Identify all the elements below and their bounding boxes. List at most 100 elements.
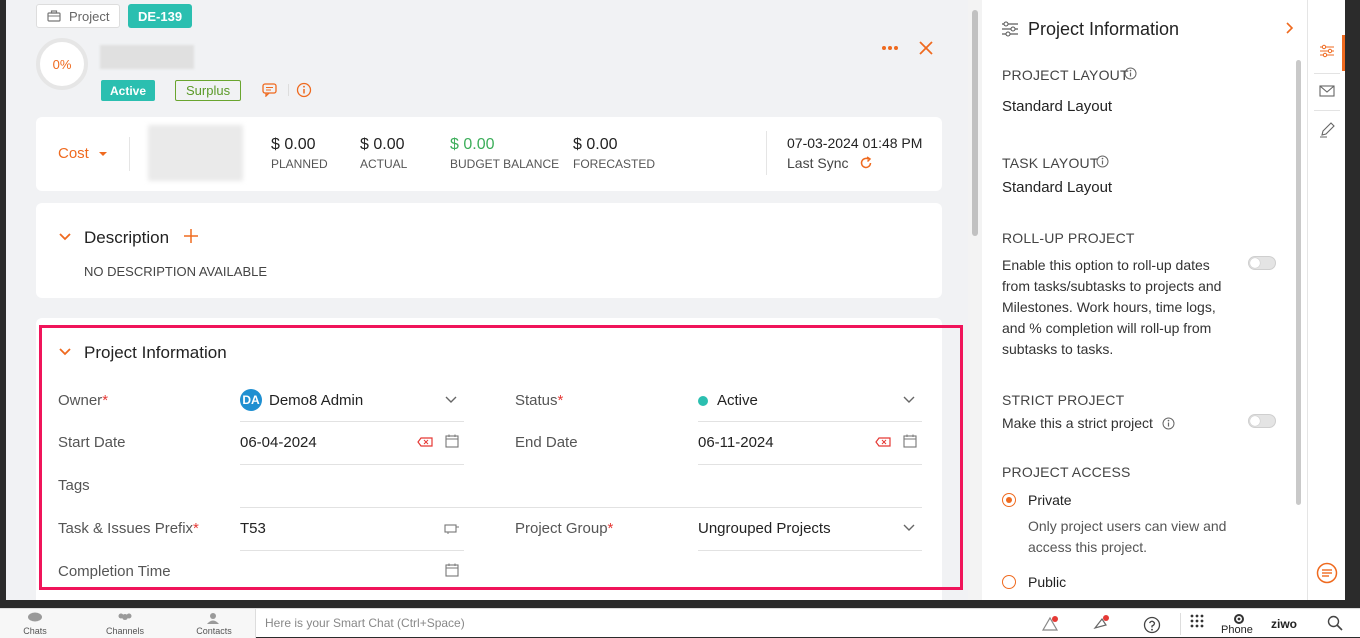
pen-icon[interactable]: [1319, 122, 1335, 138]
info-icon[interactable]: [1096, 155, 1109, 168]
info-icon[interactable]: [1124, 67, 1137, 80]
start-date-label: Start Date: [58, 434, 126, 451]
chevron-down-icon[interactable]: [445, 396, 457, 404]
more-options-icon[interactable]: [881, 45, 899, 51]
status-pill-label: Active: [110, 83, 147, 98]
row-divider: [240, 464, 464, 465]
sync-label: Last Sync: [787, 155, 849, 171]
project-group-value[interactable]: Ungrouped Projects: [698, 520, 831, 537]
budget-mode-dropdown[interactable]: Cost: [58, 145, 108, 162]
rail-divider: [1314, 73, 1340, 74]
access-heading: PROJECT ACCESS: [1002, 464, 1131, 480]
help-icon[interactable]: [1143, 616, 1161, 634]
actual-metric: $ 0.00 ACTUAL: [360, 136, 407, 171]
settings-sliders-icon[interactable]: [1319, 44, 1335, 58]
prefix-label-text: Task & Issues Prefix: [58, 520, 194, 537]
avatar-initials: DA: [242, 393, 260, 407]
strict-toggle[interactable]: [1248, 414, 1276, 428]
comment-icon[interactable]: [262, 83, 278, 97]
calendar-icon[interactable]: [445, 434, 459, 448]
end-date-label: End Date: [515, 434, 578, 451]
channels-icon[interactable]: [116, 612, 134, 624]
end-date-value[interactable]: 06-11-2024: [698, 434, 774, 451]
add-icon[interactable]: [184, 229, 198, 243]
calendar-icon[interactable]: [445, 563, 459, 577]
public-label[interactable]: Public: [1028, 574, 1066, 590]
status-dot: [698, 395, 708, 406]
project-id-badge: DE-139: [128, 4, 193, 28]
rollup-toggle[interactable]: [1248, 256, 1276, 270]
sync-row: Last Sync: [787, 155, 873, 171]
refresh-icon[interactable]: [859, 156, 873, 170]
search-icon[interactable]: [1327, 615, 1343, 631]
info-icon[interactable]: [296, 82, 312, 98]
close-icon[interactable]: [918, 40, 934, 56]
apps-grid-icon[interactable]: [1189, 613, 1205, 629]
right-rail: [1307, 0, 1345, 600]
private-description: Only project users can view and access t…: [1028, 518, 1227, 555]
project-chip[interactable]: Project: [36, 4, 121, 28]
clear-date-icon[interactable]: [417, 437, 433, 447]
clear-date-icon[interactable]: [875, 437, 891, 447]
status-label: Status*: [515, 392, 563, 409]
zia-icon[interactable]: [1041, 616, 1059, 632]
vertical-scrollbar[interactable]: [968, 0, 982, 600]
project-id-text: DE-139: [138, 8, 183, 24]
separator-dot: [288, 84, 289, 96]
divider: [766, 131, 767, 175]
chevron-down-icon[interactable]: [903, 524, 915, 532]
project-group-label: Project Group*: [515, 520, 613, 537]
surplus-pill: Surplus: [175, 80, 242, 101]
prefix-label: Task & Issues Prefix*: [58, 520, 199, 537]
private-label[interactable]: Private: [1028, 492, 1072, 508]
info-icon[interactable]: [1162, 417, 1175, 430]
notification-icon[interactable]: [1092, 615, 1110, 633]
actual-value: $ 0.00: [360, 136, 405, 153]
smart-chat-input[interactable]: Here is your Smart Chat (Ctrl+Space): [265, 616, 465, 630]
prefix-value[interactable]: T53: [240, 520, 266, 537]
sync-time: 07-03-2024 01:48 PM: [787, 135, 923, 151]
chevron-down-icon[interactable]: [59, 348, 71, 356]
chevron-right-icon[interactable]: [1286, 22, 1294, 34]
progress-ring: 0%: [36, 38, 88, 90]
status-value: Active: [717, 392, 758, 409]
ziwo-logo[interactable]: ziwo: [1271, 617, 1297, 631]
project-title-blurred: [100, 45, 194, 69]
chevron-down-icon[interactable]: [59, 233, 71, 241]
required-mark: *: [102, 392, 109, 409]
description-empty: NO DESCRIPTION AVAILABLE: [84, 264, 268, 279]
project-info-title: Project Information: [84, 343, 227, 362]
owner-select[interactable]: DA Demo8 Admin: [240, 388, 460, 412]
owner-label-text: Owner: [58, 392, 103, 409]
side-scrollbar[interactable]: [1296, 60, 1301, 505]
forecasted-value: $ 0.00: [573, 136, 618, 153]
task-layout-value[interactable]: Standard Layout: [1002, 179, 1112, 196]
private-radio[interactable]: [1002, 493, 1016, 507]
chevron-down-icon[interactable]: [903, 396, 915, 404]
edit-tag-icon[interactable]: [444, 523, 460, 535]
project-layout-value[interactable]: Standard Layout: [1002, 98, 1112, 115]
contacts-label[interactable]: Contacts: [192, 626, 236, 636]
divider: [129, 137, 130, 171]
project-detail-panel: Project DE-139 0% Active Surplus Cost $ …: [6, 0, 968, 600]
bottom-divider: [1180, 613, 1181, 635]
task-layout-heading: TASK LAYOUT: [1002, 155, 1099, 171]
calendar-icon[interactable]: [903, 434, 917, 448]
status-select[interactable]: Active: [698, 392, 758, 409]
public-radio[interactable]: [1002, 575, 1016, 589]
channels-label[interactable]: Channels: [102, 626, 148, 636]
chats-label[interactable]: Chats: [18, 626, 52, 636]
scrollbar-thumb[interactable]: [972, 10, 978, 236]
budget-mode-label: Cost: [58, 145, 89, 162]
chat-icon[interactable]: [27, 612, 43, 624]
phone-label[interactable]: Phone: [1221, 624, 1253, 636]
owner-value: Demo8 Admin: [269, 391, 364, 409]
contacts-icon[interactable]: [206, 612, 220, 624]
menu-circle-icon[interactable]: [1316, 562, 1338, 584]
mail-icon[interactable]: [1319, 85, 1335, 97]
actual-label: ACTUAL: [360, 157, 408, 171]
status-pill[interactable]: Active: [101, 80, 156, 101]
settings-sliders-icon: [1002, 21, 1018, 37]
tags-field[interactable]: [240, 470, 464, 500]
start-date-value[interactable]: 06-04-2024: [240, 434, 317, 451]
